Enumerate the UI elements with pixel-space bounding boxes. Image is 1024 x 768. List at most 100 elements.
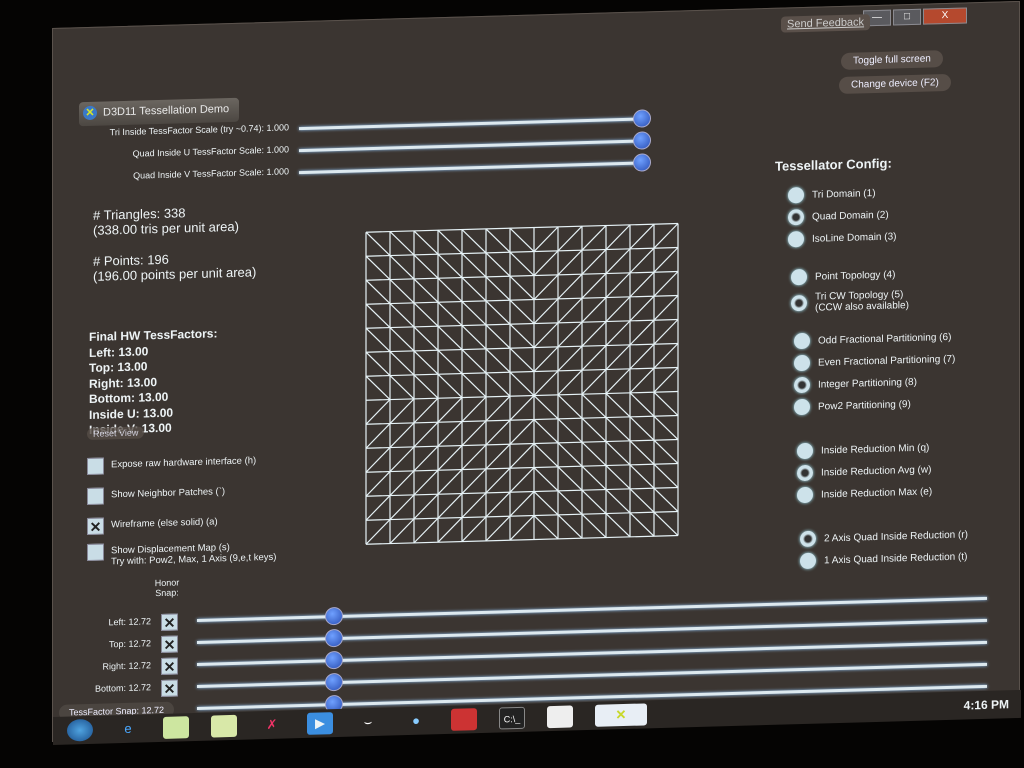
checkbox[interactable] xyxy=(87,543,104,562)
mesh-diagonal xyxy=(653,463,679,488)
app-red-icon[interactable] xyxy=(451,708,477,731)
checkbox[interactable]: ✕ xyxy=(87,517,104,536)
mesh-diagonal xyxy=(461,396,487,422)
honor-snap-checkbox[interactable]: ✕ xyxy=(161,679,178,697)
tessellation-demo-task[interactable]: ✕ xyxy=(595,703,647,727)
radio-button[interactable] xyxy=(797,486,813,504)
radio-button[interactable] xyxy=(797,464,813,482)
mesh-diagonal xyxy=(485,372,511,397)
close-button[interactable]: X xyxy=(923,7,967,25)
folder-icon[interactable] xyxy=(211,714,237,738)
radio-button[interactable] xyxy=(791,294,807,312)
mesh-diagonal xyxy=(581,441,607,466)
honor-snap-checkbox[interactable]: ✕ xyxy=(161,657,178,675)
radio-option[interactable]: Tri CW Topology (5) (CCW also available) xyxy=(791,289,909,314)
radio-option[interactable]: Pow2 Partitioning (9) xyxy=(794,393,911,418)
radio-button[interactable] xyxy=(794,376,810,394)
mesh-diagonal xyxy=(485,419,511,446)
radio-option[interactable]: Tri Domain (1) xyxy=(788,182,876,206)
mesh-diagonal xyxy=(533,250,559,276)
top-slider-track[interactable] xyxy=(299,139,643,153)
top-slider-thumb[interactable] xyxy=(633,131,651,150)
command-prompt-icon[interactable]: C:\_ xyxy=(499,706,525,730)
radio-button[interactable] xyxy=(788,208,804,226)
mesh-diagonal xyxy=(509,419,535,445)
mesh-diagonal xyxy=(533,346,559,372)
start-button[interactable] xyxy=(67,718,93,742)
radio-option[interactable]: IsoLine Domain (3) xyxy=(788,225,896,250)
edge-slider-thumb[interactable] xyxy=(325,672,343,692)
radio-button[interactable] xyxy=(788,230,804,248)
radio-option[interactable]: 1 Axis Quad Inside Reduction (t) xyxy=(800,545,967,572)
radio-label: Inside Reduction Avg (w) xyxy=(821,463,932,479)
internet-explorer-icon[interactable]: e xyxy=(115,718,141,741)
mesh-diagonal xyxy=(581,417,607,442)
radio-option[interactable]: Point Topology (4) xyxy=(791,263,895,288)
top-slider-thumb[interactable] xyxy=(633,153,651,172)
mesh-diagonal xyxy=(389,375,415,400)
mesh-diagonal xyxy=(365,255,391,280)
top-slider-thumb[interactable] xyxy=(633,109,651,128)
radio-button[interactable] xyxy=(794,398,810,416)
mesh-diagonal xyxy=(461,253,487,278)
mesh-diagonal xyxy=(365,231,391,256)
mesh-diagonal xyxy=(437,445,463,471)
mesh-diagonal xyxy=(365,495,391,521)
radio-button[interactable] xyxy=(797,442,813,460)
radio-button[interactable] xyxy=(791,268,807,286)
mesh-diagonal xyxy=(461,420,487,446)
edge-slider-track[interactable] xyxy=(197,596,987,622)
checkbox[interactable] xyxy=(87,487,104,506)
mesh-diagonal xyxy=(581,225,607,251)
users-icon[interactable]: ● xyxy=(403,709,429,732)
clock: 4:16 PM xyxy=(963,697,1009,713)
edge-slider-thumb[interactable] xyxy=(325,606,343,626)
edge-slider-thumb[interactable] xyxy=(325,628,343,648)
app-icon-3[interactable]: ✗ xyxy=(259,713,285,736)
mesh-diagonal xyxy=(629,416,655,441)
steam-icon[interactable]: ⌣ xyxy=(355,711,381,734)
mesh-diagonal xyxy=(557,273,583,300)
top-slider-track[interactable] xyxy=(299,117,643,131)
mesh-diagonal xyxy=(581,489,607,514)
mesh-diagonal xyxy=(557,514,583,539)
toggle-full-screen-button[interactable]: Toggle full screen xyxy=(841,50,943,70)
radio-button[interactable] xyxy=(788,186,804,204)
mesh-diagonal xyxy=(485,467,511,494)
media-player-icon[interactable]: ▶ xyxy=(307,712,333,735)
window-title: D3D11 Tessellation Demo xyxy=(103,103,230,119)
mesh-diagonal xyxy=(581,249,607,275)
mesh-edge xyxy=(366,366,678,377)
radio-button[interactable] xyxy=(800,552,816,570)
tessellated-mesh[interactable] xyxy=(364,221,680,546)
mesh-diagonal xyxy=(437,469,463,495)
mesh-diagonal xyxy=(365,327,391,352)
change-device-button[interactable]: Change device (F2) xyxy=(839,73,951,95)
maximize-button[interactable]: □ xyxy=(893,8,921,26)
mesh-diagonal xyxy=(485,395,511,422)
radio-button[interactable] xyxy=(794,354,810,372)
top-slider-track[interactable] xyxy=(299,161,643,175)
radio-option[interactable]: Inside Reduction Max (e) xyxy=(797,480,932,506)
mesh-diagonal xyxy=(653,319,679,345)
mesh-diagonal xyxy=(653,271,679,297)
reset-view-button[interactable]: Reset View xyxy=(87,426,145,441)
edge-slider-thumb[interactable] xyxy=(325,650,343,670)
mesh-diagonal xyxy=(581,273,607,299)
mail-icon[interactable] xyxy=(163,716,189,739)
radio-option[interactable]: Quad Domain (2) xyxy=(788,204,889,229)
radio-option[interactable]: Even Fractional Partitioning (7) xyxy=(794,348,955,375)
mesh-diagonal xyxy=(437,517,463,543)
honor-snap-checkbox[interactable]: ✕ xyxy=(161,613,178,631)
edge-slider-track[interactable] xyxy=(197,640,987,666)
radio-button[interactable] xyxy=(800,530,816,548)
honor-snap-checkbox[interactable]: ✕ xyxy=(161,635,178,653)
window-controls: — □ X xyxy=(863,7,967,27)
checkbox[interactable] xyxy=(87,457,104,476)
send-feedback-link[interactable]: Send Feedback xyxy=(781,14,871,33)
edge-slider-track[interactable] xyxy=(197,662,987,688)
edge-slider-track[interactable] xyxy=(197,618,987,644)
checkbox-label: Show Displacement Map (s) Try with: Pow2,… xyxy=(111,542,277,568)
radio-button[interactable] xyxy=(794,332,810,350)
document-icon[interactable] xyxy=(547,705,573,729)
